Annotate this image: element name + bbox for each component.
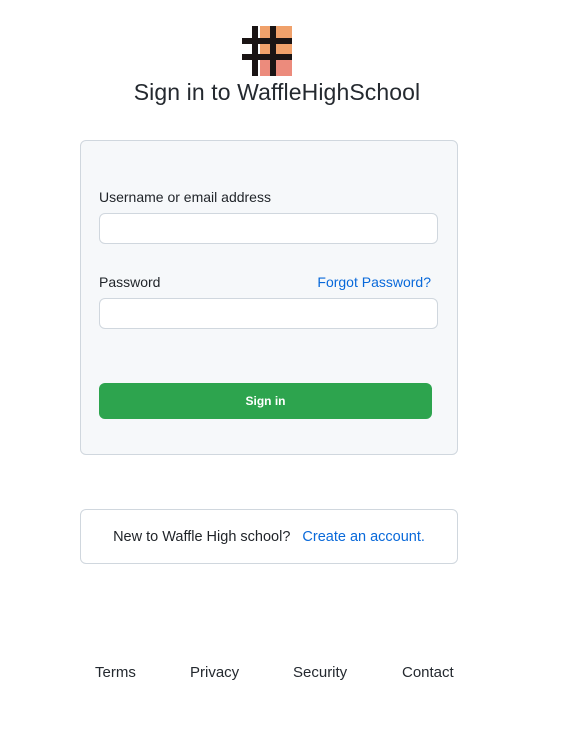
username-input[interactable] (99, 213, 438, 244)
create-account-box: New to Waffle High school? Create an acc… (80, 509, 458, 564)
password-label: Password (99, 274, 161, 290)
sign-in-button[interactable]: Sign in (99, 383, 432, 419)
password-input[interactable] (99, 298, 438, 329)
forgot-password-link[interactable]: Forgot Password? (317, 274, 431, 290)
login-form-box: Username or email address Password Forgo… (80, 140, 458, 455)
footer-links: Terms Privacy Security Contact (0, 664, 567, 684)
login-page: Sign in to WaffleHighSchool Username or … (0, 0, 567, 752)
waffle-logo-icon[interactable] (242, 26, 292, 76)
page-title: Sign in to WaffleHighSchool (133, 79, 421, 105)
footer-terms-link[interactable]: Terms (95, 664, 136, 681)
create-account-prompt: New to Waffle High school? (113, 528, 291, 545)
footer-contact-link[interactable]: Contact (402, 664, 454, 681)
footer-security-link[interactable]: Security (293, 664, 347, 681)
create-account-link[interactable]: Create an account. (302, 529, 425, 545)
footer-privacy-link[interactable]: Privacy (190, 664, 239, 681)
username-label: Username or email address (99, 189, 271, 205)
waffle-grid-logo-icon (242, 26, 292, 76)
